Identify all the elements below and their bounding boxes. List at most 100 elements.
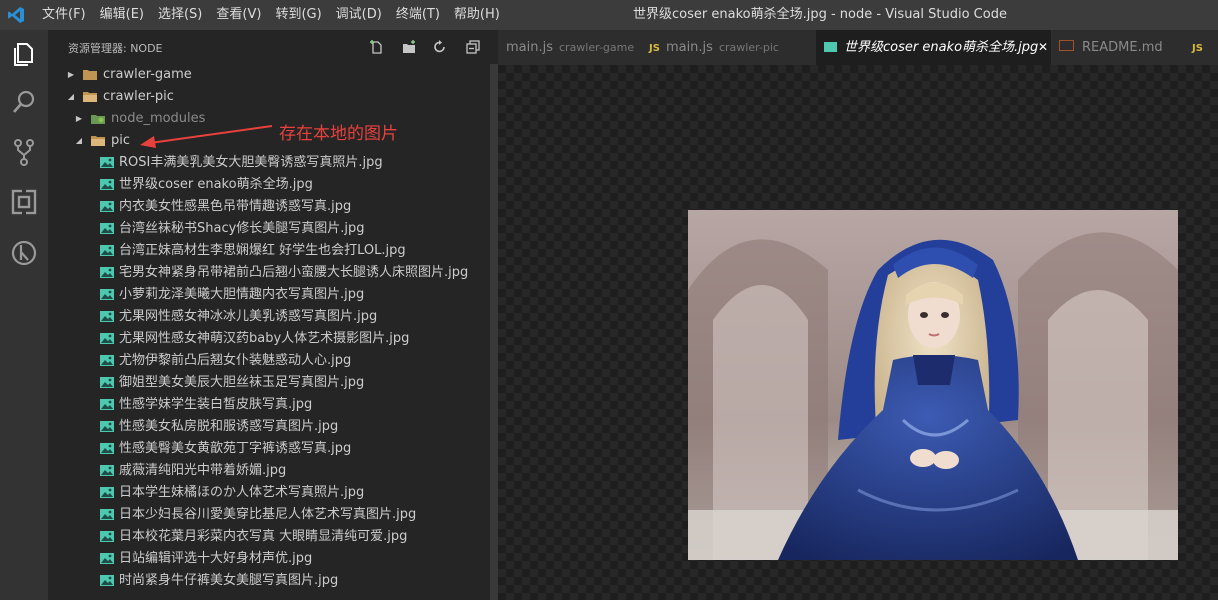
markdown-file-icon xyxy=(1059,40,1074,51)
window-title: 世界级coser enako萌杀全场.jpg - node - Visual S… xyxy=(633,7,1007,22)
image-file-icon xyxy=(100,531,114,542)
editor-tab[interactable]: 世界级coser enako萌杀全场.jpg ✕ xyxy=(816,30,1059,65)
tree-item-label: 小萝莉龙泽美曦大胆情趣内衣写真图片.jpg xyxy=(119,287,365,302)
editor-tab[interactable]: JS main.js crawler-pic xyxy=(641,30,824,65)
search-icon[interactable] xyxy=(10,88,38,116)
node-modules-folder-icon xyxy=(91,115,105,124)
tree-item[interactable]: 性感美臀美女黄歆苑丁字裤诱惑写真.jpg xyxy=(48,438,490,460)
tree-item-label: 尤物伊黎前凸后翘女仆装魅惑动人心.jpg xyxy=(119,353,352,368)
chevron-down-icon[interactable]: ◢ xyxy=(74,130,84,152)
title-bar: 文件(F) 编辑(E) 选择(S) 查看(V) 转到(G) 调试(D) 终端(T… xyxy=(0,0,1218,30)
chevron-right-icon[interactable]: ▶ xyxy=(74,108,84,130)
tree-item[interactable]: 时尚紧身牛仔裤美女美腿写真图片.jpg xyxy=(48,570,490,592)
close-icon[interactable]: ✕ xyxy=(1038,30,1048,65)
tree-item-label: 性感美女私房脱和服诱惑写真图片.jpg xyxy=(119,419,339,434)
menu-debug[interactable]: 调试(D) xyxy=(336,0,382,30)
tree-item[interactable]: 御姐型美女美辰大胆丝袜玉足写真图片.jpg xyxy=(48,372,490,394)
image-file-icon xyxy=(100,355,114,366)
explorer-header: 资源管理器: NODE xyxy=(48,30,498,64)
image-preview-editor xyxy=(498,65,1218,600)
image-file-icon xyxy=(100,267,114,278)
tab-label: README.md xyxy=(1082,40,1163,55)
tree-item[interactable]: 尤物伊黎前凸后翘女仆装魅惑动人心.jpg xyxy=(48,350,490,372)
image-file-icon xyxy=(100,443,114,454)
menu-go[interactable]: 转到(G) xyxy=(275,0,321,30)
image-file-icon xyxy=(100,509,114,520)
tree-item-label: ROSI丰满美乳美女大胆美臀诱惑写真照片.jpg xyxy=(119,155,383,170)
tree-item[interactable]: 性感美女私房脱和服诱惑写真图片.jpg xyxy=(48,416,490,438)
sidebar-scrollbar[interactable] xyxy=(490,64,498,600)
chevron-right-icon[interactable]: ▶ xyxy=(66,64,76,86)
debug-icon[interactable] xyxy=(10,239,38,267)
menu-view[interactable]: 查看(V) xyxy=(216,0,261,30)
new-folder-icon[interactable] xyxy=(401,39,417,55)
tree-item[interactable]: 世界级coser enako萌杀全场.jpg xyxy=(48,174,490,196)
tree-item-label: 宅男女神紧身吊带裙前凸后翘小蛮腰大长腿诱人床照图片.jpg xyxy=(119,265,469,280)
folder-open-icon xyxy=(83,92,97,102)
tab-description: crawler-pic xyxy=(718,41,779,54)
image-file-icon xyxy=(100,157,114,168)
source-control-icon[interactable] xyxy=(10,138,38,166)
image-file-icon xyxy=(100,201,114,212)
image-file-icon xyxy=(100,487,114,498)
tree-item[interactable]: ◢ crawler-pic xyxy=(48,86,490,108)
collapse-all-icon[interactable] xyxy=(465,39,481,55)
tree-item-label: 日站编辑评选十大好身材声优.jpg xyxy=(119,551,313,566)
image-file-icon xyxy=(100,289,114,300)
menu-bar: 文件(F) 编辑(E) 选择(S) 查看(V) 转到(G) 调试(D) 终端(T… xyxy=(42,0,514,30)
explorer-sidebar: 资源管理器: NODE ▶ crawler-game ◢ crawler-pic ▶ no… xyxy=(48,30,498,600)
tree-item-label: 世界级coser enako萌杀全场.jpg xyxy=(119,177,313,192)
js-file-icon: JS xyxy=(1192,43,1203,54)
refresh-icon[interactable] xyxy=(432,39,448,55)
tree-item[interactable]: ROSI丰满美乳美女大胆美臀诱惑写真照片.jpg xyxy=(48,152,490,174)
tree-item[interactable]: 内衣美女性感黑色吊带情趣诱惑写真.jpg xyxy=(48,196,490,218)
tab-label: 世界级coser enako萌杀全场.jpg xyxy=(844,40,1039,55)
tree-item-label: 时尚紧身牛仔裤美女美腿写真图片.jpg xyxy=(119,573,339,588)
tree-item-label: crawler-game xyxy=(103,67,192,82)
tree-item[interactable]: 日站编辑评选十大好身材声优.jpg xyxy=(48,548,490,570)
image-file-icon xyxy=(824,42,837,52)
editor-tabs: main.js crawler-game JS main.js crawler-pic 世… xyxy=(498,30,1218,65)
tree-item-label: 性感美臀美女黄歆苑丁字裤诱惑写真.jpg xyxy=(119,441,352,456)
tree-item-label: crawler-pic xyxy=(103,89,174,104)
new-file-icon[interactable] xyxy=(369,39,385,55)
editor-tab[interactable]: README.md xyxy=(1051,30,1192,65)
tree-item[interactable]: 戚薇清纯阳光中带着娇媚.jpg xyxy=(48,460,490,482)
image-file-icon xyxy=(100,245,114,256)
folder-icon xyxy=(83,70,97,80)
tree-item[interactable]: 宅男女神紧身吊带裙前凸后翘小蛮腰大长腿诱人床照图片.jpg xyxy=(48,262,490,284)
tree-item-label: 日本学生妹橘ほのか人体艺术写真照片.jpg xyxy=(119,485,365,500)
tab-label: main.js xyxy=(665,40,713,55)
tree-item-label: 御姐型美女美辰大胆丝袜玉足写真图片.jpg xyxy=(119,375,365,390)
tab-description: crawler-game xyxy=(559,41,635,54)
extensions-icon[interactable] xyxy=(10,188,38,216)
tree-item[interactable]: 日本校花葉月彩菜内衣写真 大眼睛显清纯可爱.jpg xyxy=(48,526,490,548)
explorer-title: 资源管理器: NODE xyxy=(68,42,163,55)
tab-label: main.js xyxy=(506,40,553,55)
tree-item[interactable]: 台湾正妹高材生李思娴爆红 好学生也会打LOL.jpg xyxy=(48,240,490,262)
tree-item-label: 日本校花葉月彩菜内衣写真 大眼睛显清纯可爱.jpg xyxy=(119,529,408,544)
menu-edit[interactable]: 编辑(E) xyxy=(100,0,144,30)
js-file-icon: JS xyxy=(649,43,660,54)
tree-item-label: 尤果网性感女神冰冰儿美乳诱惑写真图片.jpg xyxy=(119,309,378,324)
tree-item[interactable]: 日本学生妹橘ほのか人体艺术写真照片.jpg xyxy=(48,482,490,504)
tree-item[interactable]: 尤果网性感女神萌汉药baby人体艺术摄影图片.jpg xyxy=(48,328,490,350)
editor-tab[interactable]: JS xyxy=(1184,30,1218,65)
menu-help[interactable]: 帮助(H) xyxy=(454,0,500,30)
tree-item[interactable]: 小萝莉龙泽美曦大胆情趣内衣写真图片.jpg xyxy=(48,284,490,306)
tree-item-label: pic xyxy=(111,133,131,148)
menu-selection[interactable]: 选择(S) xyxy=(158,0,202,30)
menu-file[interactable]: 文件(F) xyxy=(42,0,86,30)
explorer-icon[interactable] xyxy=(10,40,38,68)
tree-item[interactable]: ▶ crawler-game xyxy=(48,64,490,86)
tree-item[interactable]: 性感学妹学生装白皙皮肤写真.jpg xyxy=(48,394,490,416)
image-file-icon xyxy=(100,377,114,388)
activity-bar xyxy=(0,30,48,600)
tree-item[interactable]: 日本少妇長谷川愛美穿比基尼人体艺术写真图片.jpg xyxy=(48,504,490,526)
chevron-down-icon[interactable]: ◢ xyxy=(66,86,76,108)
tree-item[interactable]: 台湾丝袜秘书Shacy修长美腿写真图片.jpg xyxy=(48,218,490,240)
preview-image xyxy=(688,210,1178,560)
tree-item[interactable]: 尤果网性感女神冰冰儿美乳诱惑写真图片.jpg xyxy=(48,306,490,328)
editor-tab[interactable]: main.js crawler-game xyxy=(498,30,649,65)
menu-terminal[interactable]: 终端(T) xyxy=(396,0,440,30)
